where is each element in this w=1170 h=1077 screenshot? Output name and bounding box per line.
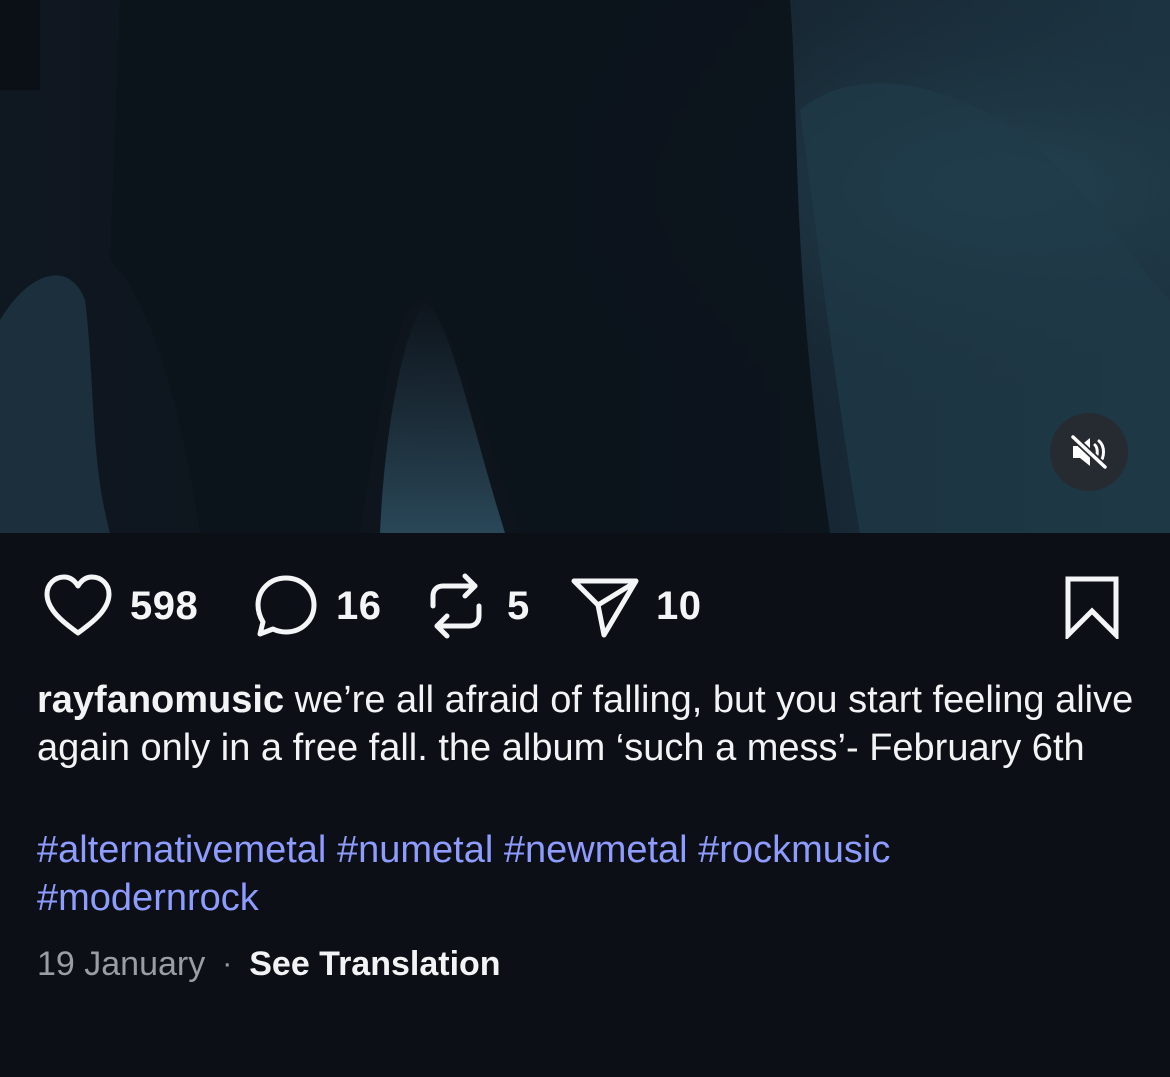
heart-icon (44, 574, 112, 636)
repost-icon (430, 573, 482, 639)
share-button[interactable]: 10 (570, 565, 702, 647)
hashtag-link[interactable]: #rockmusic (698, 829, 890, 871)
hashtag-link[interactable]: #numetal (337, 829, 493, 871)
post-video[interactable] (0, 0, 1170, 533)
post-date: 19 January (37, 945, 206, 983)
hashtag-link[interactable]: #modernrock (37, 877, 259, 919)
comment-bubble-icon (255, 575, 317, 637)
author-username[interactable]: rayfanomusic (37, 679, 284, 721)
like-button[interactable]: 598 (42, 565, 198, 647)
post-meta-row: 19 January · See Translation (37, 940, 501, 988)
comment-button[interactable]: 16 (252, 565, 382, 647)
bookmark-icon (1065, 576, 1119, 639)
hashtag-link[interactable]: #alternativemetal (37, 829, 326, 871)
share-count: 10 (656, 583, 702, 628)
post-caption: rayfanomusic we’re all afraid of falling… (37, 676, 1137, 772)
like-count: 598 (130, 583, 199, 628)
hashtag-link[interactable]: #newmetal (504, 829, 688, 871)
post-action-bar: 598 16 5 10 (0, 565, 1170, 647)
see-translation-link[interactable]: See Translation (249, 940, 500, 988)
hashtag-list: #alternativemetal #numetal #newmetal #ro… (37, 826, 1137, 922)
comment-count: 16 (336, 583, 382, 628)
meta-separator: · (222, 947, 233, 980)
video-frame-image (0, 0, 1170, 533)
speaker-muted-icon (1069, 434, 1109, 470)
save-button[interactable] (1062, 565, 1122, 647)
mute-toggle-button[interactable] (1050, 413, 1128, 491)
send-icon (571, 578, 639, 638)
repost-count: 5 (507, 583, 530, 628)
repost-button[interactable]: 5 (425, 565, 530, 647)
